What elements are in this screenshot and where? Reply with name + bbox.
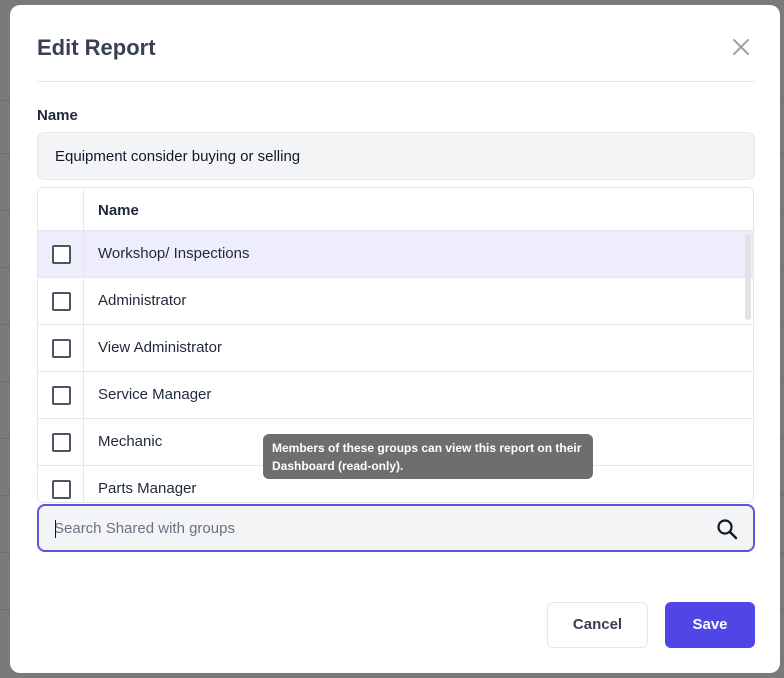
row-checkbox[interactable] [52, 433, 71, 452]
group-name: View Administrator [98, 339, 222, 356]
name-label: Name [37, 107, 78, 124]
close-button[interactable] [729, 35, 753, 59]
row-checkbox[interactable] [52, 245, 71, 264]
dialog-header: Edit Report [37, 5, 755, 82]
close-icon [733, 39, 749, 55]
row-checkbox[interactable] [52, 386, 71, 405]
search-input[interactable] [54, 506, 694, 550]
cancel-button[interactable]: Cancel [547, 602, 648, 648]
table-row[interactable]: Service Manager [38, 372, 753, 419]
group-name: Service Manager [98, 386, 212, 403]
search-icon[interactable] [715, 517, 739, 541]
group-name: Parts Manager [98, 480, 197, 497]
dialog-title: Edit Report [37, 35, 156, 60]
shared-groups-tooltip: Members of these groups can view this re… [263, 434, 593, 479]
table-row[interactable]: Administrator [38, 278, 753, 325]
group-name: Mechanic [98, 433, 163, 450]
save-button[interactable]: Save [665, 602, 755, 648]
table-row[interactable]: Workshop/ Inspections [38, 231, 753, 278]
table-row[interactable]: View Administrator [38, 325, 753, 372]
report-name-field[interactable]: Equipment consider buying or selling [37, 132, 755, 180]
column-header-name: Name [98, 202, 139, 219]
table-header: Name [38, 188, 753, 231]
group-name: Workshop/ Inspections [98, 245, 250, 262]
row-checkbox[interactable] [52, 292, 71, 311]
table-scrollbar[interactable] [745, 234, 751, 320]
edit-report-dialog: Edit Report Name Equipment consider buyi… [10, 5, 780, 673]
row-checkbox[interactable] [52, 480, 71, 499]
text-caret [55, 520, 56, 538]
column-divider [83, 188, 84, 502]
search-field[interactable] [37, 504, 755, 552]
row-checkbox[interactable] [52, 339, 71, 358]
group-name: Administrator [98, 292, 187, 309]
